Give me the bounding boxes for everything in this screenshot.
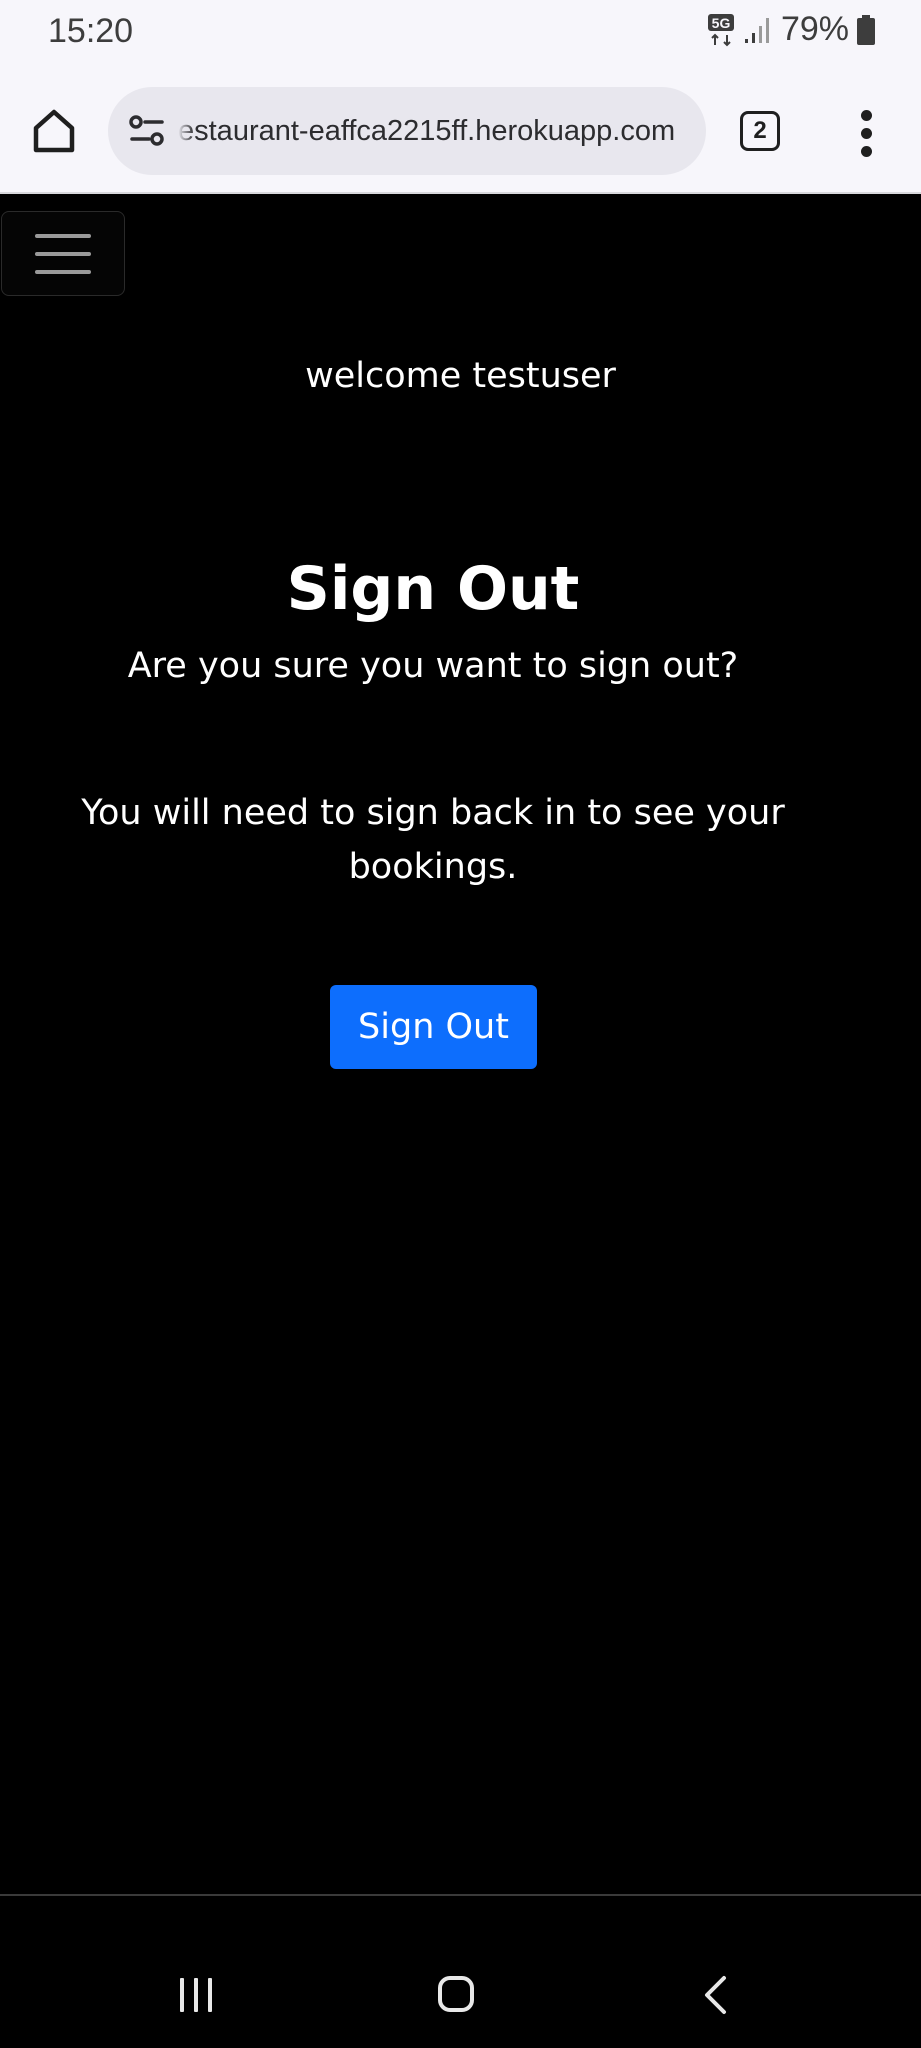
url-text[interactable]: estaurant-eaffca2215ff.herokuapp.com [178, 115, 675, 148]
svg-text:5G: 5G [712, 15, 731, 31]
hamburger-icon-bar [35, 234, 91, 238]
hamburger-icon-bar [35, 270, 91, 274]
status-time: 15:20 [48, 12, 134, 50]
home-icon [33, 109, 75, 153]
home-button[interactable] [28, 104, 80, 156]
status-indicators: 5G 79% [707, 10, 875, 49]
back-icon[interactable] [700, 1974, 730, 2016]
confirm-question: Are you sure you want to sign out? [127, 646, 739, 686]
welcome-message: welcome testuser [305, 356, 616, 396]
navbar-toggler-button[interactable] [1, 211, 125, 296]
network-5g-icon: 5G [707, 13, 735, 47]
signout-info: You will need to sign back in to see you… [81, 793, 785, 887]
battery-icon [857, 14, 875, 45]
more-vert-icon[interactable] [852, 108, 882, 158]
tabs-icon[interactable]: 2 [740, 111, 780, 151]
system-home-icon[interactable] [438, 1976, 474, 2012]
battery-percent: 79% [780, 10, 849, 48]
status-bar: 15:20 5G 79% [0, 0, 921, 68]
recent-apps-icon[interactable] [178, 1978, 218, 2014]
hamburger-icon-bar [35, 252, 91, 256]
sign-out-button[interactable]: Sign Out [330, 985, 537, 1069]
site-settings-icon[interactable] [124, 108, 170, 154]
signal-strength-icon [743, 15, 773, 45]
address-bar[interactable]: estaurant-eaffca2215ff.herokuapp.com [108, 87, 706, 175]
browser-toolbar: estaurant-eaffca2215ff.herokuapp.com 2 [0, 68, 921, 194]
system-nav-bar [0, 1896, 921, 2048]
page-title: Sign Out [286, 554, 580, 624]
page-content: welcome testuser Sign Out Are you sure y… [0, 196, 921, 1896]
